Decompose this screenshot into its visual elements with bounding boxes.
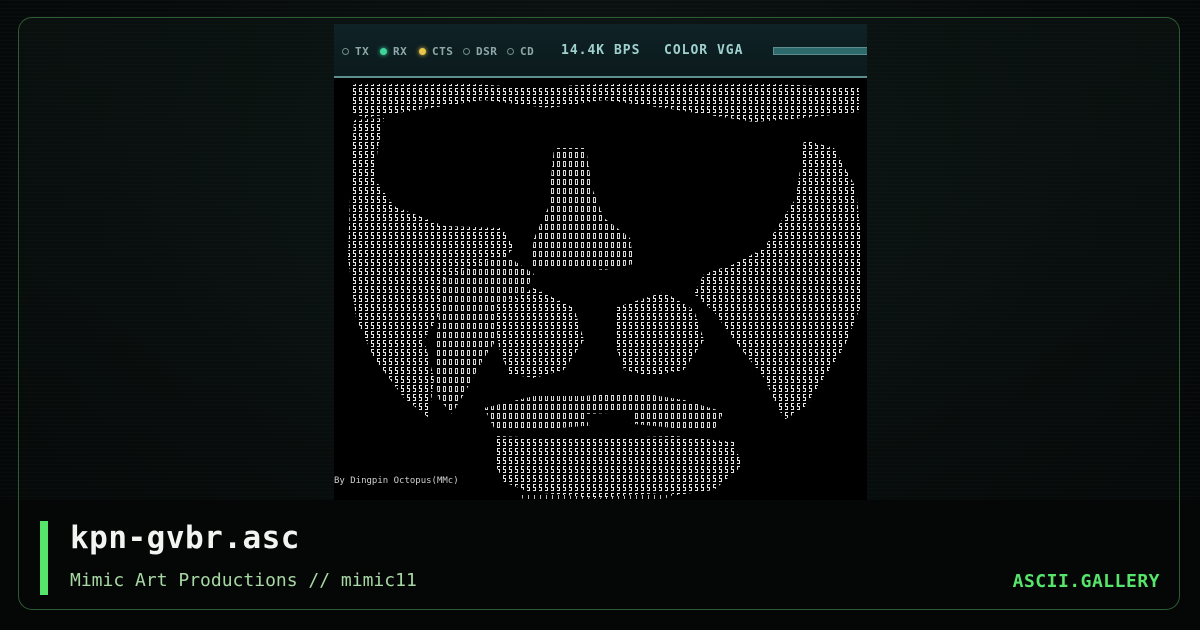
signal-meter: [773, 47, 867, 55]
ascii-art-portrait: [334, 78, 867, 500]
indicator-label: CTS: [432, 44, 454, 58]
led-icon: [463, 47, 470, 55]
indicator-cd: CD: [507, 44, 534, 58]
led-icon: [419, 47, 426, 55]
accent-bar: [40, 521, 48, 595]
site-brand[interactable]: ASCII.GALLERY: [1013, 571, 1160, 592]
terminal-window: TX RX CTS DSR CD 14.4K BPS COLOR VGA By …: [334, 24, 867, 500]
baud-rate: 14.4K BPS: [561, 43, 641, 58]
indicator-cts: CTS: [419, 44, 453, 58]
indicator-label: RX: [393, 44, 408, 58]
artist-credit: Mimic Art Productions // mimic11: [70, 570, 417, 591]
modem-status-bar: TX RX CTS DSR CD 14.4K BPS COLOR VGA: [334, 24, 867, 78]
indicator-tx: TX: [342, 44, 369, 58]
indicator-label: TX: [355, 44, 370, 58]
display-mode: COLOR VGA: [664, 43, 744, 58]
art-lower-lip: [494, 436, 742, 498]
led-icon: [342, 47, 349, 55]
art-signature: By Dingpin Octopus(MMc): [334, 476, 459, 486]
file-title: kpn-gvbr.asc: [70, 520, 300, 556]
indicator-dsr: DSR: [463, 44, 497, 58]
indicator-rx: RX: [380, 44, 407, 58]
led-icon: [380, 47, 387, 55]
led-icon: [507, 47, 514, 55]
signal-meter-fill: [774, 48, 867, 54]
indicator-label: DSR: [476, 44, 498, 58]
indicator-label: CD: [520, 44, 535, 58]
